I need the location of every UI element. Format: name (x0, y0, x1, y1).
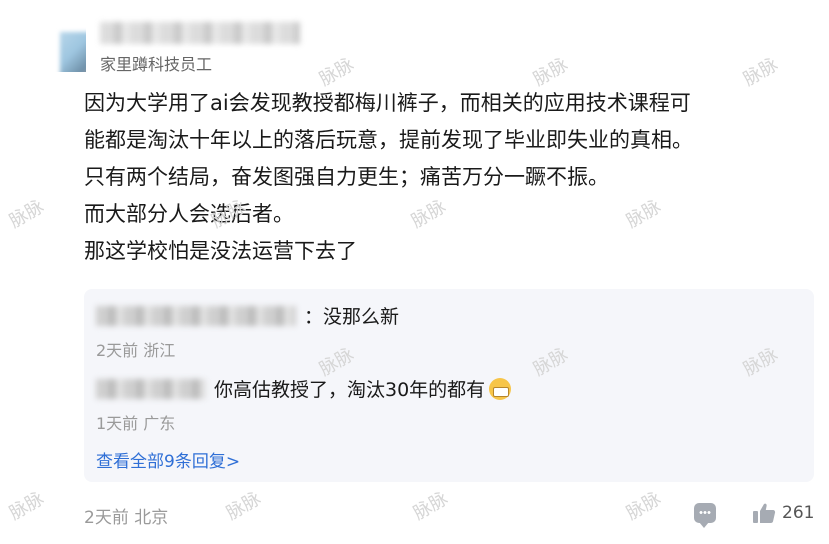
like-button[interactable]: 261 (752, 502, 814, 524)
replies-panel: ：没那么新 2天前 浙江 你高估教授了，淘汰30年的都有 1天前 广东 查看全部… (84, 289, 814, 482)
blurred-username[interactable] (100, 22, 300, 44)
post-line: 能都是淘汰十年以上的落后玩意，提前发现了毕业即失业的真相。 (84, 128, 693, 152)
watermark: 脉脉 (5, 488, 48, 525)
post-meta: 2天前 北京 (84, 508, 169, 528)
grimace-emoji-icon (489, 377, 512, 400)
comment-icon[interactable] (694, 503, 716, 528)
watermark: 脉脉 (622, 488, 665, 525)
post-line: 而大部分人会选后者。 (84, 202, 294, 226)
post-body: 因为大学用了ai会发现教授都梅川裤子，而相关的应用技术课程可 能都是淘汰十年以上… (84, 85, 814, 270)
thumbs-up-icon (753, 503, 776, 523)
watermark: 脉脉 (409, 488, 452, 525)
post-line: 因为大学用了ai会发现教授都梅川裤子，而相关的应用技术课程可 (84, 91, 691, 115)
reply-text: 你高估教授了，淘汰30年的都有 (214, 379, 486, 401)
view-all-replies-link[interactable]: 查看全部9条回复> (96, 447, 240, 472)
reply-meta: 1天前 广东 (96, 414, 176, 433)
reply-item[interactable]: ：没那么新 (96, 302, 399, 329)
blurred-reply-username (96, 378, 206, 399)
blurred-reply-username (96, 305, 296, 326)
avatar[interactable] (30, 16, 86, 72)
like-count: 261 (782, 503, 815, 523)
comment-card: 家里蹲科技员工 因为大学用了ai会发现教授都梅川裤子，而相关的应用技术课程可 能… (0, 0, 829, 544)
reply-item[interactable]: 你高估教授了，淘汰30年的都有 (96, 375, 512, 402)
author-title: 家里蹲科技员工 (100, 55, 213, 74)
reply-text: ：没那么新 (304, 306, 400, 328)
watermark: 脉脉 (5, 196, 48, 233)
watermark: 脉脉 (222, 488, 265, 525)
post-line: 那这学校怕是没法运营下去了 (84, 239, 357, 263)
post-line: 只有两个结局，奋发图强自力更生；痛苦万分一蹶不振。 (84, 165, 609, 189)
reply-meta: 2天前 浙江 (96, 341, 176, 360)
